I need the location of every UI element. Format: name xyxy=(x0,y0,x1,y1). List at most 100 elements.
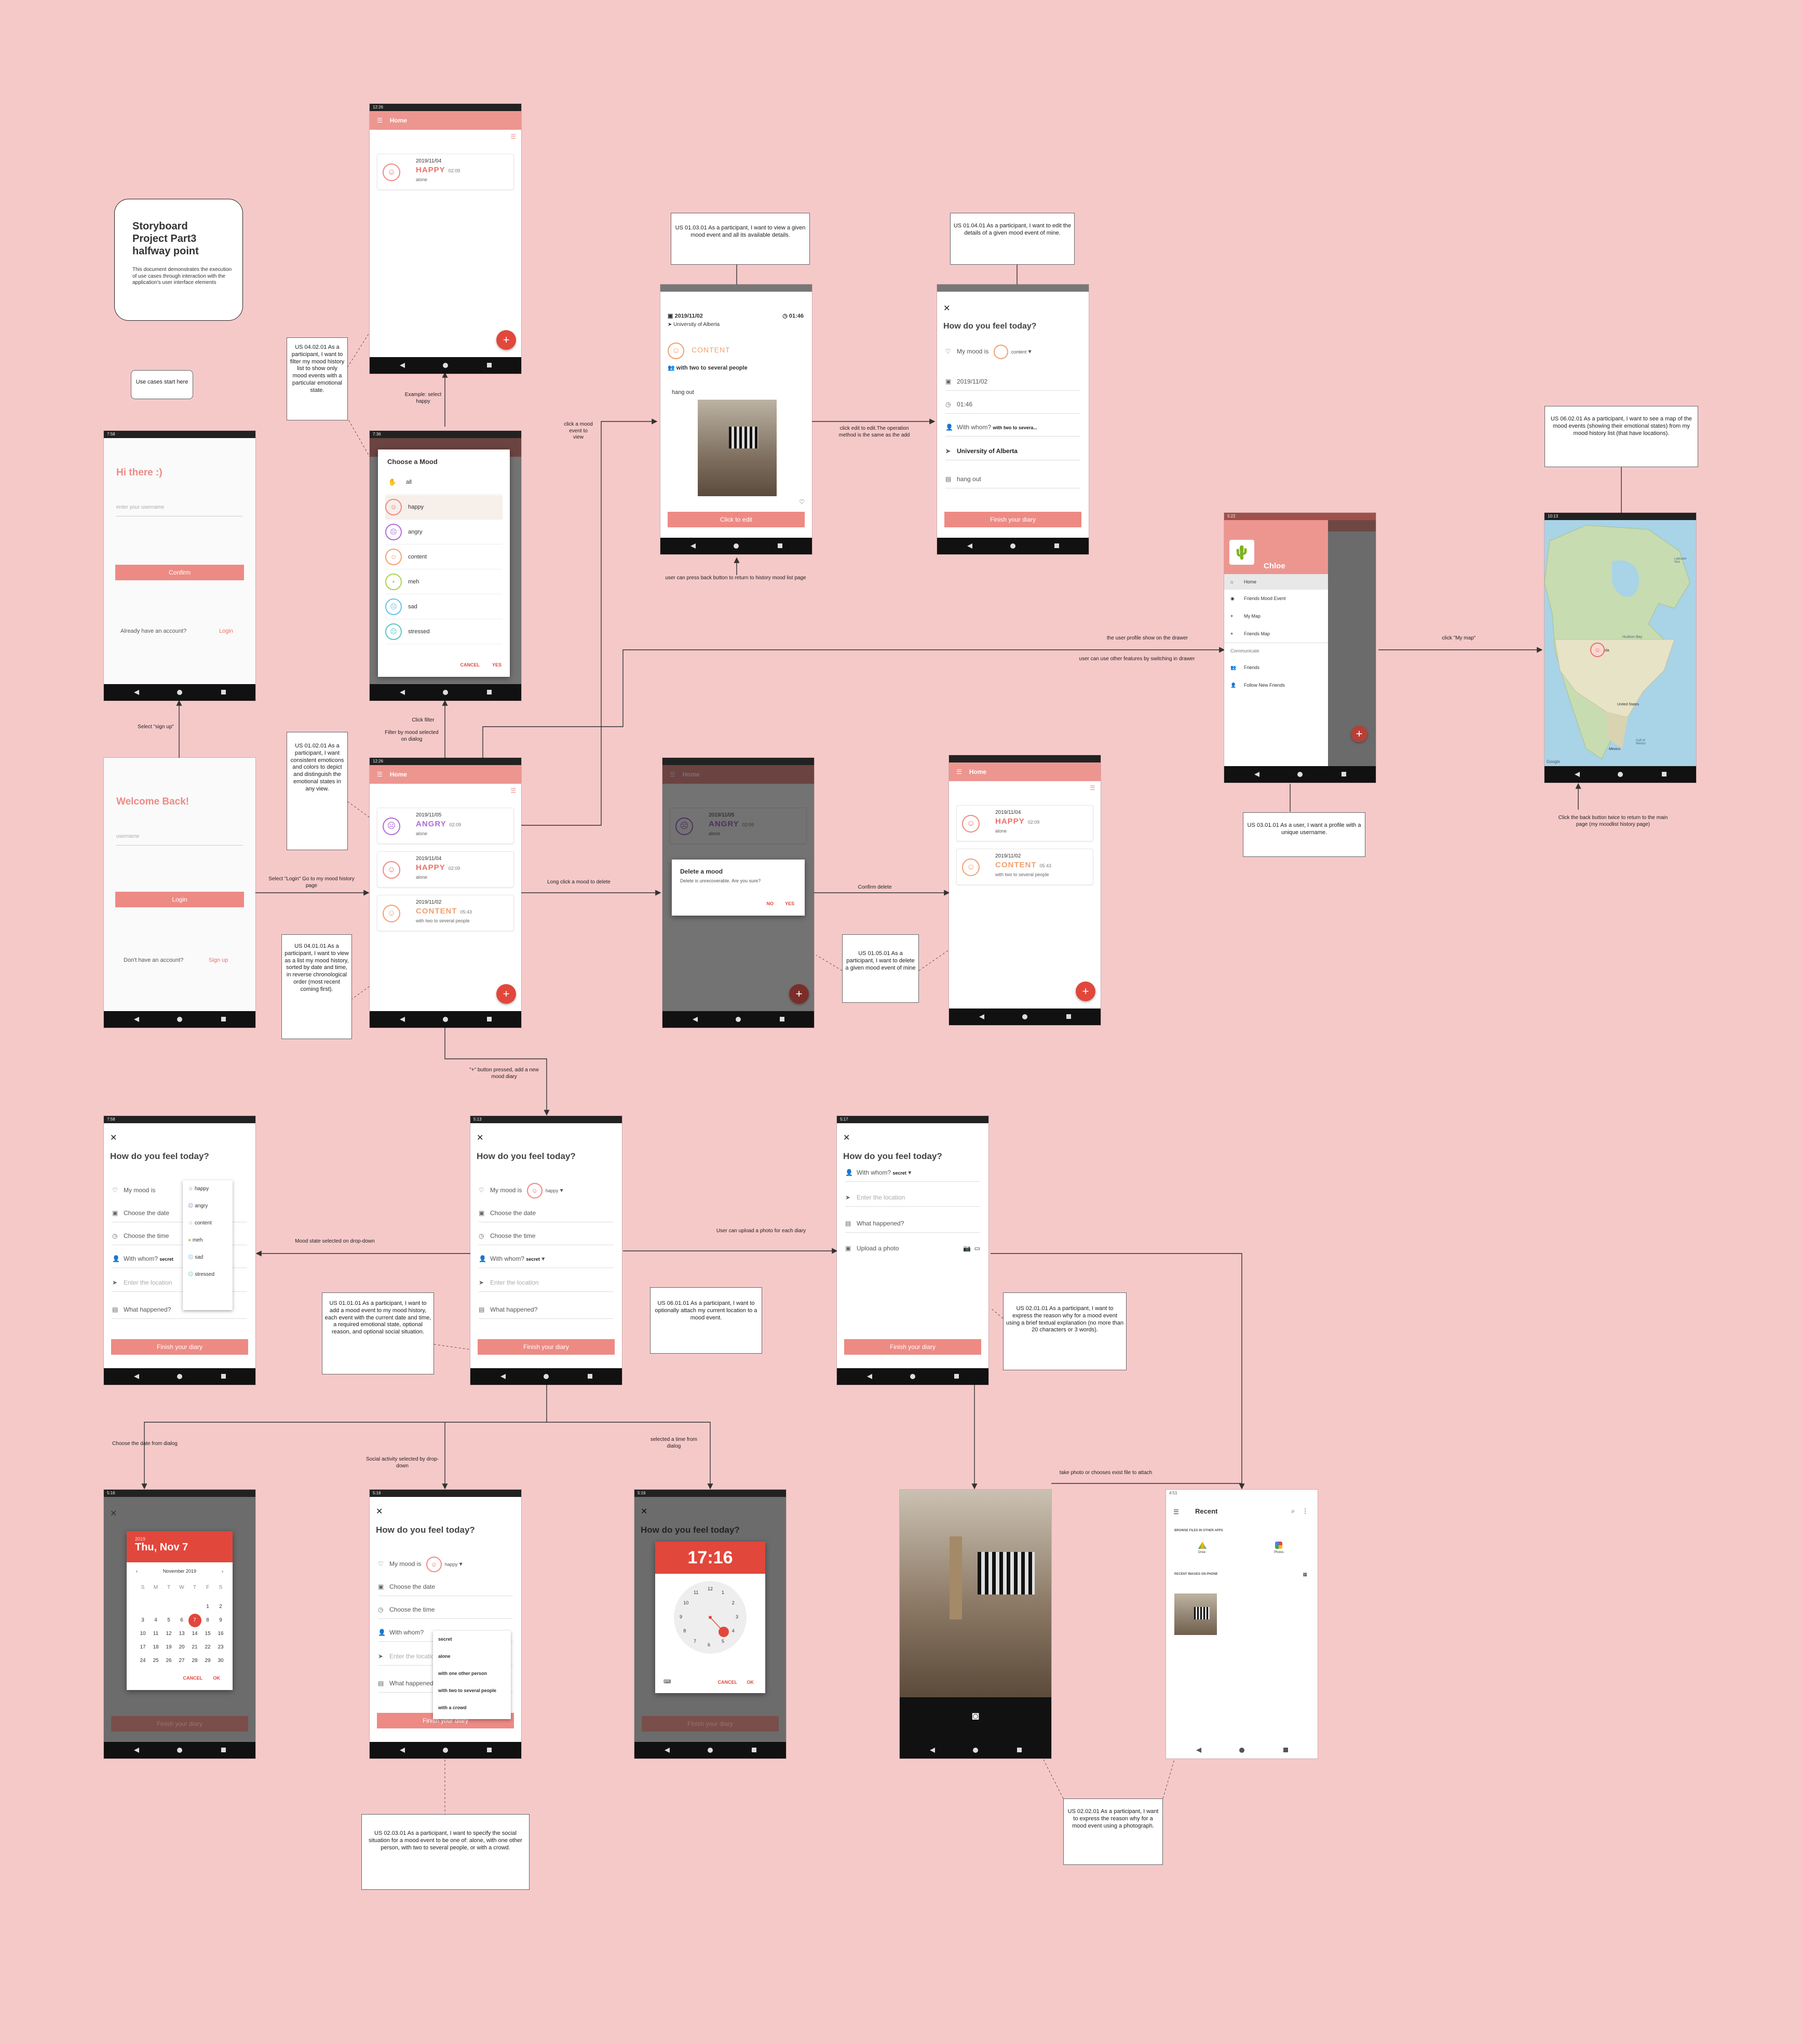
recents-icon[interactable] xyxy=(1283,1748,1288,1752)
drawer-item-my-map[interactable]: ⌖ My Map xyxy=(1224,607,1328,625)
shutter-button[interactable]: ◙ xyxy=(967,1708,984,1724)
filter-icon[interactable]: ☰ xyxy=(510,133,516,140)
recents-icon[interactable] xyxy=(752,1748,756,1752)
back-icon[interactable] xyxy=(400,363,405,368)
clock-number[interactable]: 11 xyxy=(694,1590,698,1595)
mood-card[interactable]: ☺ 2019/11/02 CONTENT 05:43 with two to se… xyxy=(956,849,1093,885)
ok-button[interactable]: OK xyxy=(747,1680,754,1685)
yes-button[interactable]: YES xyxy=(492,662,502,667)
clock-number[interactable]: 10 xyxy=(683,1600,688,1605)
time-field[interactable]: ◷ 01:46 xyxy=(945,396,1080,414)
recents-icon[interactable] xyxy=(780,1017,784,1021)
mood-option-angry[interactable]: ☹ angry xyxy=(385,520,503,544)
recents-icon[interactable] xyxy=(487,1017,492,1021)
mood-selector[interactable]: ♡ My mood is ☺ happy ▾ xyxy=(378,1555,513,1573)
clock-number[interactable]: 6 xyxy=(708,1642,710,1647)
calendar-day[interactable]: 25 xyxy=(150,1654,162,1668)
confirm-button[interactable]: Confirm xyxy=(115,565,244,580)
recents-icon[interactable] xyxy=(487,690,492,694)
social-option[interactable]: with two to several people xyxy=(433,1682,511,1699)
close-icon[interactable]: ✕ xyxy=(943,303,950,314)
recents-icon[interactable] xyxy=(221,690,226,694)
calendar-day[interactable]: 13 xyxy=(175,1627,188,1641)
calendar-day[interactable]: 29 xyxy=(201,1654,214,1668)
next-month-icon[interactable]: › xyxy=(222,1569,223,1574)
mood-option-all[interactable]: ✋ all xyxy=(385,470,503,495)
menu-icon[interactable]: ☰ xyxy=(377,111,383,130)
calendar-day[interactable]: 1 xyxy=(201,1600,214,1614)
drawer-item-friends-map[interactable]: ⌖ Friends Map xyxy=(1224,625,1328,643)
home-icon[interactable] xyxy=(443,1017,448,1022)
dropdown-angry[interactable]: ☹ angry xyxy=(183,1197,233,1215)
back-icon[interactable] xyxy=(930,1748,935,1753)
home-icon[interactable] xyxy=(544,1374,549,1379)
calendar-day[interactable]: 19 xyxy=(162,1641,175,1654)
back-icon[interactable] xyxy=(400,690,405,695)
close-icon[interactable]: ✕ xyxy=(641,1506,647,1517)
home-icon[interactable] xyxy=(708,1748,713,1753)
close-icon[interactable]: ✕ xyxy=(843,1133,850,1143)
recents-icon[interactable] xyxy=(588,1374,592,1379)
home-icon[interactable] xyxy=(734,543,739,549)
close-icon[interactable]: ✕ xyxy=(477,1133,483,1143)
calendar-day[interactable]: 26 xyxy=(162,1654,175,1668)
calendar-day[interactable]: 18 xyxy=(150,1641,162,1654)
back-icon[interactable] xyxy=(500,1374,506,1379)
back-icon[interactable] xyxy=(400,1017,405,1022)
back-icon[interactable] xyxy=(979,1014,984,1019)
calendar-grid[interactable]: S M T W T F S1 23 4 5 6 7 8 910 11 12 13 14 15 1617 18 19 20 21… xyxy=(135,1581,228,1668)
calendar-day[interactable]: 21 xyxy=(188,1641,201,1654)
close-icon[interactable]: ✕ xyxy=(110,1508,117,1519)
home-icon[interactable] xyxy=(177,1017,182,1022)
calendar-day[interactable]: 2 xyxy=(214,1600,227,1614)
grid-view-icon[interactable]: ▦ xyxy=(1303,1572,1307,1577)
home-icon[interactable] xyxy=(910,1374,915,1379)
recents-icon[interactable] xyxy=(487,1748,492,1752)
mood-card[interactable]: ☺ 2019/11/02 CONTENT 05:43 with two to se… xyxy=(377,895,514,931)
clock-number[interactable]: 1 xyxy=(722,1590,724,1595)
reason-field[interactable]: ▤ What happened? xyxy=(479,1301,614,1319)
prev-month-icon[interactable]: ‹ xyxy=(136,1569,138,1574)
recents-icon[interactable] xyxy=(1342,772,1346,776)
login-button[interactable]: Login xyxy=(115,892,244,907)
back-icon[interactable] xyxy=(134,1017,139,1022)
add-mood-fab[interactable]: + xyxy=(1351,726,1367,742)
cancel-button[interactable]: CANCEL xyxy=(460,662,480,667)
drawer-item-friends[interactable]: 👥 Friends xyxy=(1224,659,1328,676)
calendar-day[interactable]: 24 xyxy=(137,1654,150,1668)
calendar-day[interactable]: 28 xyxy=(188,1654,201,1668)
calendar-day[interactable]: 6 xyxy=(175,1614,188,1627)
clock-number[interactable]: 9 xyxy=(680,1614,682,1619)
social-option[interactable]: secret xyxy=(433,1631,511,1648)
add-mood-fab[interactable]: + xyxy=(496,330,516,350)
dropdown-happy[interactable]: ☺ happy xyxy=(183,1180,233,1197)
reason-field[interactable]: ▤ What happened? xyxy=(845,1215,980,1233)
signup-link[interactable]: Sign up xyxy=(209,957,228,963)
home-icon[interactable] xyxy=(973,1748,978,1753)
calendar-day[interactable]: 8 xyxy=(201,1614,214,1627)
login-link[interactable]: Login xyxy=(219,628,233,634)
close-icon[interactable]: ✕ xyxy=(110,1133,117,1143)
mood-selector[interactable]: ♡ My mood is content ▾ xyxy=(945,343,1080,360)
map-view[interactable] xyxy=(1544,520,1696,766)
recents-icon[interactable] xyxy=(778,543,782,548)
drawer-item-follow[interactable]: 👤 Follow New Friends xyxy=(1224,676,1328,694)
recents-icon[interactable] xyxy=(1054,543,1059,548)
calendar-day[interactable]: 12 xyxy=(162,1627,175,1641)
clock-number[interactable]: 12 xyxy=(708,1586,713,1591)
mood-option-happy[interactable]: ☺ happy xyxy=(385,495,503,520)
with-whom-field[interactable]: 👤 With whom? secret ▾ xyxy=(479,1250,614,1268)
username-input[interactable]: enter your username xyxy=(116,505,243,516)
dropdown-content[interactable]: ☺ content xyxy=(183,1215,233,1232)
back-icon[interactable] xyxy=(867,1374,872,1379)
calendar-day[interactable]: 11 xyxy=(150,1627,162,1641)
finish-button[interactable]: Finish your diary xyxy=(944,512,1081,527)
social-option[interactable]: with one other person xyxy=(433,1665,511,1682)
home-icon[interactable] xyxy=(443,1748,448,1753)
mood-card[interactable]: ☹ 2019/11/05 ANGRY 02:09 alone xyxy=(377,808,514,844)
mood-option-sad[interactable]: ☹ sad xyxy=(385,595,503,619)
clock-number[interactable]: 4 xyxy=(732,1628,735,1633)
menu-icon[interactable]: ☰ xyxy=(956,762,962,781)
home-icon[interactable] xyxy=(177,690,182,695)
no-button[interactable]: NO xyxy=(767,901,774,906)
